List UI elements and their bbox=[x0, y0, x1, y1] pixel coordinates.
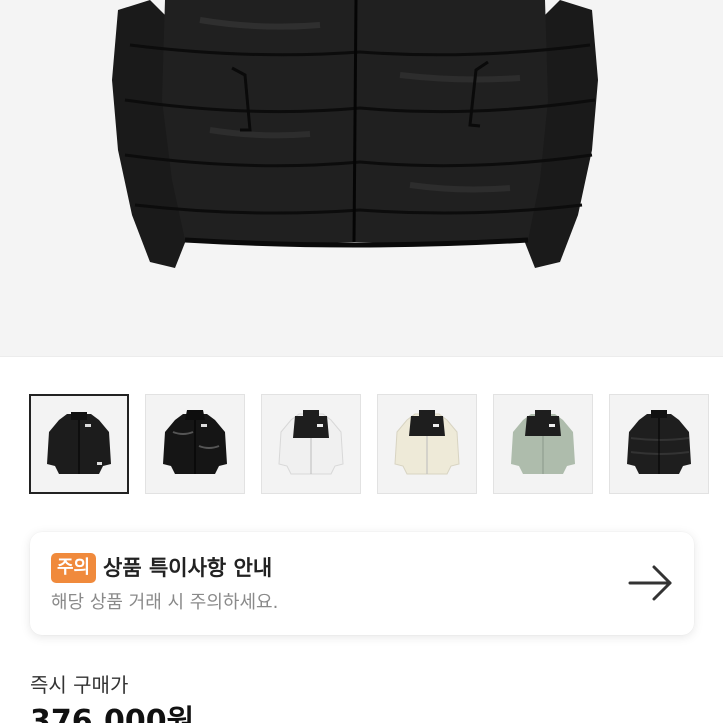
black-puffer-jacket-image bbox=[112, 0, 598, 268]
cream-black-puffer-jacket-thumb bbox=[394, 410, 460, 475]
instant-buy-label: 즉시 구매가 bbox=[30, 673, 129, 697]
thumbnail-2[interactable] bbox=[145, 394, 245, 494]
thumbnail-4[interactable] bbox=[377, 394, 477, 494]
product-notice-card[interactable]: 주의 상품 특이사항 안내 해당 상품 거래 시 주의하세요. bbox=[30, 532, 694, 635]
black-matte-puffer-jacket-thumb bbox=[627, 410, 691, 474]
black-puffer-jacket-thumb bbox=[47, 412, 111, 474]
instant-buy-price: 376,000원 bbox=[30, 704, 195, 723]
caution-badge: 주의 bbox=[51, 553, 97, 583]
arrow-right-icon bbox=[628, 565, 672, 601]
thumbnail-1[interactable] bbox=[29, 394, 129, 494]
thumbnail-5[interactable] bbox=[493, 394, 593, 494]
notice-title: 상품 특이사항 안내 bbox=[103, 556, 273, 580]
black-glossy-puffer-jacket-thumb bbox=[163, 410, 227, 474]
product-main-image[interactable] bbox=[0, 0, 723, 357]
sage-black-puffer-jacket-thumb bbox=[511, 410, 575, 474]
thumbnail-6[interactable] bbox=[609, 394, 709, 494]
notice-subtitle: 해당 상품 거래 시 주의하세요. bbox=[51, 592, 279, 613]
thumbnail-strip bbox=[29, 394, 723, 496]
thumbnail-3[interactable] bbox=[261, 394, 361, 494]
notice-arrow-button[interactable] bbox=[626, 560, 676, 606]
white-black-puffer-jacket-thumb bbox=[278, 410, 344, 475]
